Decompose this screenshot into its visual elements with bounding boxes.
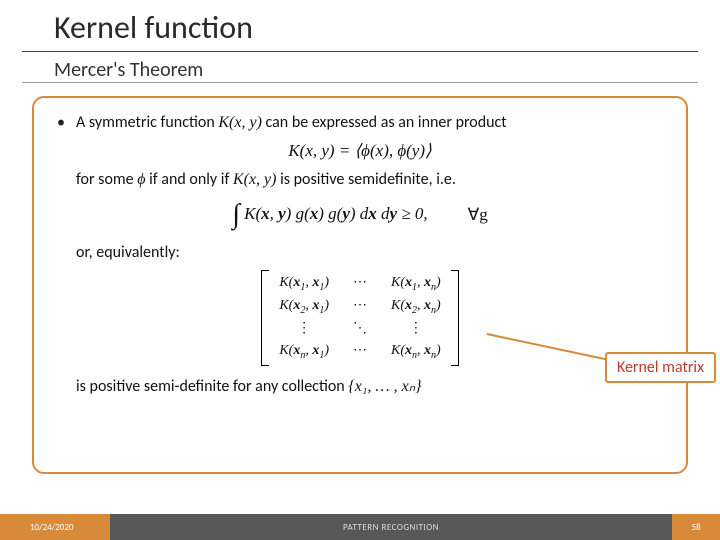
vdots-icon: ⋮ <box>279 320 329 339</box>
cdots-icon: ⋯ <box>353 342 367 362</box>
ddots-icon: ⋱ <box>353 320 367 339</box>
matrix-body: K(x1, x1) ⋯ K(x1, xn) K(x2, x1) ⋯ K(x2, … <box>271 270 448 367</box>
bullet-icon: • <box>56 112 66 134</box>
condition-line: for some ϕ if and only if K(x, y) is pos… <box>56 169 664 191</box>
integral-expression: ∫ ∫ K(x, y) g(x) g(y) dx dy ≥ 0,K(x, y) … <box>232 196 427 234</box>
matrix-cell: K(x2, x1) <box>279 297 329 317</box>
slide-footer: 10/24/2020 PATTERN RECOGNITION 58 <box>0 514 720 540</box>
footer-page-number: 58 <box>672 514 720 540</box>
integral-condition: ∫ ∫ K(x, y) g(x) g(y) dx dy ≥ 0,K(x, y) … <box>56 196 664 234</box>
matrix-cell: K(x2, xn) <box>391 297 441 317</box>
slide-subtitle: Mercer's Theorem <box>22 52 698 83</box>
inner-product-equation: K(x, y) = ⟨ϕ(x), ϕ(y)⟩ <box>56 140 664 163</box>
kernel-matrix-callout: Kernel matrix <box>605 352 716 383</box>
bracket-right-icon <box>451 270 459 367</box>
theorem-intro: • A symmetric function K(x, y) can be ex… <box>56 112 664 134</box>
cdots-icon: ⋯ <box>353 274 367 294</box>
forall-g: ∀g <box>468 204 488 227</box>
slide-title: Kernel function <box>22 0 698 52</box>
bracket-left-icon <box>261 270 269 367</box>
matrix-cell: K(xn, x1) <box>279 342 329 362</box>
matrix-cell: K(xn, xn) <box>391 342 441 362</box>
matrix-cell: K(x1, x1) <box>279 274 329 294</box>
footer-date: 10/24/2020 <box>0 514 110 540</box>
theorem-box: • A symmetric function K(x, y) can be ex… <box>32 96 688 474</box>
matrix-cell: K(x1, xn) <box>391 274 441 294</box>
equivalently-label: or, equivalently: <box>56 242 664 264</box>
vdots-icon: ⋮ <box>391 320 441 339</box>
cdots-icon: ⋯ <box>353 297 367 317</box>
intro-text: A symmetric function K(x, y) can be expr… <box>76 112 507 134</box>
footer-course: PATTERN RECOGNITION <box>110 514 672 540</box>
closing-line: is positive semi-definite for any collec… <box>56 376 664 398</box>
